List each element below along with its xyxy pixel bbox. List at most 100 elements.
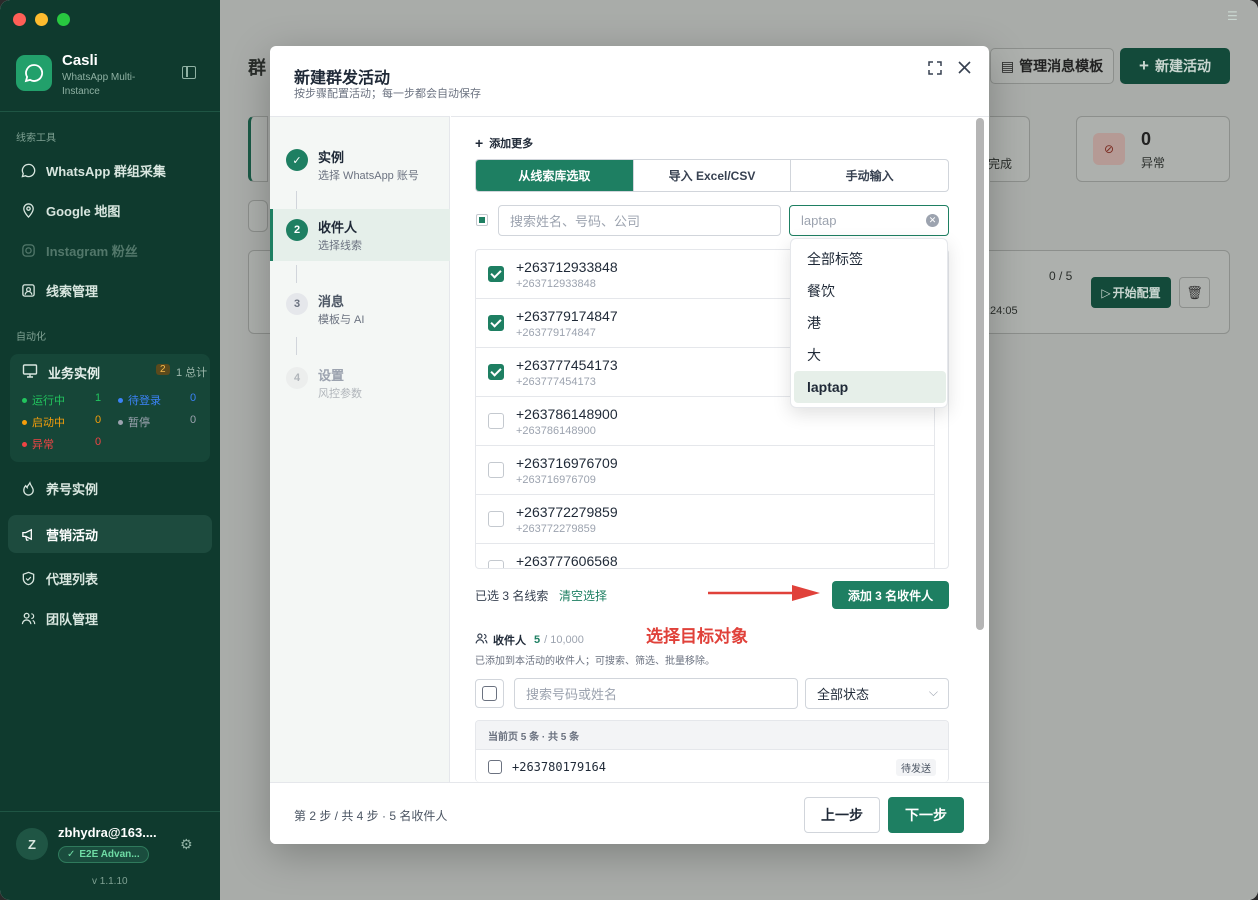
sidebar-item-warmup[interactable]: 养号实例 xyxy=(8,469,212,507)
tag-filter-input[interactable]: laptap xyxy=(789,205,949,236)
tab-manual-input[interactable]: 手动输入 xyxy=(791,160,948,191)
sidebar-item-label: Instagram 粉丝 xyxy=(46,243,138,259)
stat-paused: 暂停 xyxy=(118,414,150,430)
page-title: 群 xyxy=(248,58,266,78)
sidebar-item-team[interactable]: 团队管理 xyxy=(8,599,212,637)
row-checkbox[interactable] xyxy=(488,315,504,331)
recipients-select-all[interactable] xyxy=(475,679,504,708)
shield-icon xyxy=(20,570,36,586)
app-subtitle: WhatsApp Multi-Instance xyxy=(62,72,136,97)
campaign-progress: 0 / 5 xyxy=(1049,269,1073,283)
start-config-button[interactable]: ▷ 开始配置 xyxy=(1091,277,1171,308)
sidebar-item-google-map[interactable]: Google 地图 xyxy=(8,191,212,229)
next-button[interactable]: 下一步 xyxy=(888,797,964,833)
dropdown-option-selected[interactable]: laptap xyxy=(794,371,946,403)
users-icon xyxy=(20,610,36,626)
step-subtitle: 选择 WhatsApp 账号 xyxy=(318,170,419,182)
step-settings[interactable]: 4 设置 风控参数 xyxy=(270,357,450,409)
step-navigator: ✓ 实例 选择 WhatsApp 账号 2 收件人 选择线索 3 消息 模板与 … xyxy=(270,116,450,782)
sidebar-item-label: 养号实例 xyxy=(46,481,99,497)
status-filter-select[interactable]: 全部状态 ⌵ xyxy=(805,678,949,709)
section-label-tools: 线索工具 xyxy=(16,133,56,144)
row-checkbox[interactable] xyxy=(488,266,504,282)
manage-templates-button[interactable]: ▤ 管理消息模板 xyxy=(990,48,1114,84)
expand-icon[interactable] xyxy=(928,61,942,78)
app-logo-icon xyxy=(16,55,52,91)
page-info: 当前页 5 条 · 共 5 条 xyxy=(476,721,948,750)
row-checkbox[interactable] xyxy=(488,364,504,380)
list-item[interactable]: +263716976709 +263716976709 xyxy=(476,446,934,495)
row-checkbox[interactable] xyxy=(488,413,504,429)
step-title: 消息 xyxy=(318,294,345,309)
gear-icon[interactable]: ⚙ xyxy=(180,836,193,853)
stat-starting-value: 0 xyxy=(95,414,102,426)
stat-done-label: 完成 xyxy=(988,157,1013,171)
dropdown-option[interactable]: 港 xyxy=(794,307,946,339)
checklist-icon[interactable]: ☰ xyxy=(1227,9,1238,23)
close-window-button[interactable] xyxy=(13,13,26,26)
business-badge: 2 xyxy=(156,364,170,375)
sidebar-item-label: WhatsApp 群组采集 xyxy=(46,163,166,179)
plan-badge: ✓ E2E Advan... xyxy=(58,846,149,863)
avatar[interactable]: Z xyxy=(16,828,48,860)
row-checkbox[interactable] xyxy=(488,560,504,568)
status-badge: 待发送 xyxy=(896,759,936,776)
sidebar-item-proxy[interactable]: 代理列表 xyxy=(8,559,212,597)
stat-pending-login-value: 0 xyxy=(190,392,197,404)
collapse-sidebar-icon[interactable] xyxy=(182,66,196,79)
step-instance[interactable]: ✓ 实例 选择 WhatsApp 账号 xyxy=(270,139,450,191)
clear-input-icon[interactable]: ✕ xyxy=(926,214,939,227)
business-total: 1 总计 xyxy=(176,367,208,379)
maximize-window-button[interactable] xyxy=(57,13,70,26)
clear-selection-link[interactable]: 清空选择 xyxy=(559,587,607,604)
sidebar-item-instagram[interactable]: Instagram 粉丝 xyxy=(8,231,212,269)
lead-search-input[interactable]: 搜索姓名、号码、公司 xyxy=(498,205,781,236)
selected-count: 已选 3 名线索 xyxy=(475,589,549,603)
trash-icon[interactable]: 🗑 xyxy=(1179,277,1210,308)
dropdown-option[interactable]: 全部标签 xyxy=(794,243,946,275)
new-campaign-button[interactable]: + 新建活动 xyxy=(1120,48,1230,84)
select-all-checkbox[interactable] xyxy=(476,214,488,226)
document-icon: ▤ xyxy=(1000,57,1015,74)
source-tabs: 从线索库选取 导入 Excel/CSV 手动输入 xyxy=(475,159,949,192)
recipient-count: 5 xyxy=(534,634,541,646)
megaphone-icon xyxy=(20,526,36,542)
sidebar-item-campaigns[interactable]: 营销活动 xyxy=(8,515,212,553)
chevron-down-icon: ⌵ xyxy=(928,685,938,699)
contact-card-icon xyxy=(20,282,36,298)
tag-dropdown: 全部标签 餐饮 港 大 laptap xyxy=(790,238,948,408)
minimize-window-button[interactable] xyxy=(35,13,48,26)
campaign-time: :24:05 xyxy=(987,305,1018,317)
step-message[interactable]: 3 消息 模板与 AI xyxy=(270,283,450,335)
recipient-search-input[interactable]: 搜索号码或姓名 xyxy=(514,678,798,709)
sidebar-item-group-collect[interactable]: WhatsApp 群组采集 xyxy=(8,151,212,189)
close-icon[interactable] xyxy=(958,61,971,77)
step-title: 收件人 xyxy=(318,220,358,235)
content-scrollbar[interactable] xyxy=(976,118,984,630)
table-row[interactable]: +263780179164 待发送 xyxy=(476,750,948,782)
prev-button[interactable]: 上一步 xyxy=(804,797,880,833)
sidebar-item-leads[interactable]: 线索管理 xyxy=(8,271,212,309)
tab-lead-library[interactable]: 从线索库选取 xyxy=(476,160,634,191)
business-instance-card[interactable]: 业务实例 2 1 总计 运行中 1 待登录 0 启动中 0 暂停 0 异常 0 xyxy=(10,354,210,462)
row-checkbox[interactable] xyxy=(488,511,504,527)
dropdown-option[interactable]: 大 xyxy=(794,339,946,371)
sidebar-item-label: 团队管理 xyxy=(46,611,99,627)
annotation-label: 选择目标对象 xyxy=(646,627,748,646)
list-item[interactable]: +263772279859 +263772279859 xyxy=(476,495,934,544)
plus-icon: + xyxy=(1139,56,1149,75)
modal-footer: 第 2 步 / 共 4 步 · 5 名收件人 上一步 下一步 xyxy=(270,782,989,844)
row-checkbox[interactable] xyxy=(488,760,502,774)
list-item[interactable]: +263777606568 xyxy=(476,544,934,568)
app-window: Casli WhatsApp Multi-Instance 线索工具 Whats… xyxy=(0,0,1258,900)
step-subtitle: 风控参数 xyxy=(318,388,362,400)
map-pin-icon xyxy=(20,202,36,218)
row-checkbox[interactable] xyxy=(488,462,504,478)
sidebar-item-label: 代理列表 xyxy=(46,571,99,587)
step-subtitle: 模板与 AI xyxy=(318,314,365,326)
add-more-link[interactable]: + 添加更多 xyxy=(475,135,533,151)
add-recipients-button[interactable]: 添加 3 名收件人 xyxy=(832,581,949,609)
step-recipients[interactable]: 2 收件人 选择线索 xyxy=(270,209,450,261)
tab-import-excel[interactable]: 导入 Excel/CSV xyxy=(634,160,792,191)
dropdown-option[interactable]: 餐饮 xyxy=(794,275,946,307)
